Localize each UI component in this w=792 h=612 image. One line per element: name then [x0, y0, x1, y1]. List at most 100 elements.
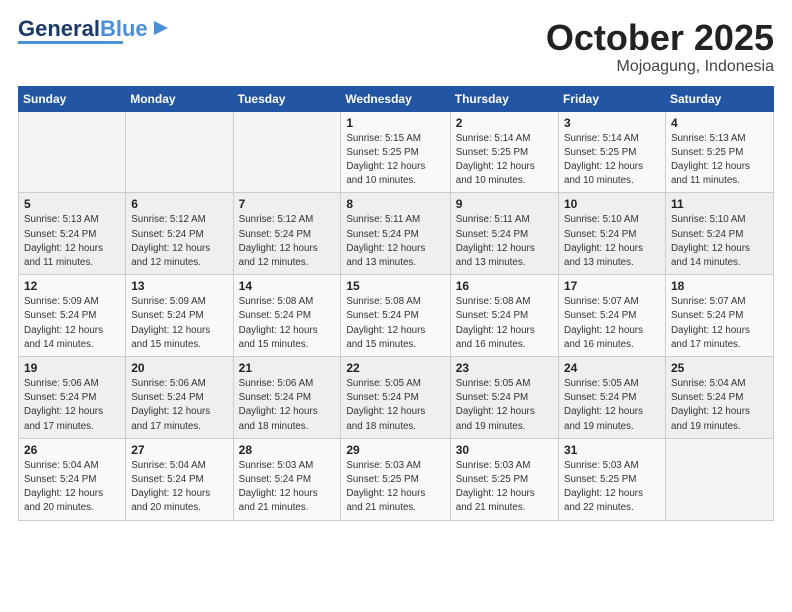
day-number: 13 [131, 279, 227, 293]
day-number: 12 [24, 279, 120, 293]
day-info: Sunrise: 5:07 AMSunset: 5:24 PMDaylight:… [671, 295, 768, 352]
logo-arrow-icon [150, 17, 172, 39]
day-number: 10 [564, 197, 660, 211]
day-info: Sunrise: 5:05 AMSunset: 5:24 PMDaylight:… [346, 377, 444, 434]
weekday-header-monday: Monday [126, 86, 233, 111]
day-number: 2 [456, 116, 553, 130]
weekday-header-thursday: Thursday [450, 86, 558, 111]
day-info: Sunrise: 5:13 AMSunset: 5:25 PMDaylight:… [671, 132, 768, 189]
weekday-header-friday: Friday [559, 86, 666, 111]
day-number: 5 [24, 197, 120, 211]
calendar-cell: 4 Sunrise: 5:13 AMSunset: 5:25 PMDaylight… [665, 111, 773, 193]
day-info: Sunrise: 5:11 AMSunset: 5:24 PMDaylight:… [346, 213, 444, 270]
day-number: 11 [671, 197, 768, 211]
calendar-cell: 9 Sunrise: 5:11 AMSunset: 5:24 PMDaylight… [450, 193, 558, 275]
day-number: 20 [131, 361, 227, 375]
logo-text: GeneralBlue [18, 18, 148, 40]
calendar-cell: 26Sunrise: 5:04 AMSunset: 5:24 PMDayligh… [19, 438, 126, 520]
day-number: 21 [239, 361, 336, 375]
day-info: Sunrise: 5:03 AMSunset: 5:24 PMDaylight:… [239, 459, 336, 516]
calendar-cell: 29 Sunrise: 5:03 AMSunset: 5:25 PMDayligh… [341, 438, 450, 520]
day-number: 27 [131, 443, 227, 457]
calendar-cell: 11 Sunrise: 5:10 AMSunset: 5:24 PMDayligh… [665, 193, 773, 275]
calendar-cell: 13Sunrise: 5:09 AMSunset: 5:24 PMDayligh… [126, 275, 233, 357]
day-info: Sunrise: 5:13 AMSunset: 5:24 PMDaylight:… [24, 213, 120, 270]
logo-underline [18, 41, 123, 44]
day-number: 16 [456, 279, 553, 293]
calendar-cell: 14 Sunrise: 5:08 AMSunset: 5:24 PMDayligh… [233, 275, 341, 357]
day-number: 29 [346, 443, 444, 457]
calendar-page: GeneralBlue October 2025 Mojoagung, Indo… [0, 0, 792, 612]
calendar-cell: 20 Sunrise: 5:06 AMSunset: 5:24 PMDayligh… [126, 357, 233, 439]
calendar-cell: 23 Sunrise: 5:05 AMSunset: 5:24 PMDayligh… [450, 357, 558, 439]
weekday-header-saturday: Saturday [665, 86, 773, 111]
day-info: Sunrise: 5:06 AMSunset: 5:24 PMDaylight:… [239, 377, 336, 434]
logo: GeneralBlue [18, 18, 172, 44]
day-info: Sunrise: 5:12 AMSunset: 5:24 PMDaylight:… [131, 213, 227, 270]
calendar-cell [233, 111, 341, 193]
calendar-cell: 7 Sunrise: 5:12 AMSunset: 5:24 PMDaylight… [233, 193, 341, 275]
calendar-cell: 31Sunrise: 5:03 AMSunset: 5:25 PMDayligh… [559, 438, 666, 520]
calendar-cell: 3Sunrise: 5:14 AMSunset: 5:25 PMDaylight… [559, 111, 666, 193]
calendar-cell: 25 Sunrise: 5:04 AMSunset: 5:24 PMDayligh… [665, 357, 773, 439]
day-info: Sunrise: 5:06 AMSunset: 5:24 PMDaylight:… [131, 377, 227, 434]
day-info: Sunrise: 5:05 AMSunset: 5:24 PMDaylight:… [564, 377, 660, 434]
title-block: October 2025 Mojoagung, Indonesia [546, 18, 774, 76]
weekday-header-wednesday: Wednesday [341, 86, 450, 111]
day-info: Sunrise: 5:04 AMSunset: 5:24 PMDaylight:… [131, 459, 227, 516]
calendar-week-row: 26 Sunrise: 5:04 AMSunset: 5:24 PMDayligh… [19, 438, 774, 520]
day-info: Sunrise: 5:06 AMSunset: 5:24 PMDaylight:… [24, 377, 120, 434]
calendar-cell [126, 111, 233, 193]
day-number: 22 [346, 361, 444, 375]
day-info: Sunrise: 5:10 AMSunset: 5:24 PMDaylight:… [564, 213, 660, 270]
day-info: Sunrise: 5:05 AMSunset: 5:24 PMDaylight:… [456, 377, 553, 434]
calendar-cell: 1Sunrise: 5:15 AMSunset: 5:25 PMDaylight… [341, 111, 450, 193]
weekday-header-tuesday: Tuesday [233, 86, 341, 111]
day-info: Sunrise: 5:04 AMSunset: 5:24 PMDaylight:… [671, 377, 768, 434]
page-header: GeneralBlue October 2025 Mojoagung, Indo… [18, 18, 774, 76]
day-number: 18 [671, 279, 768, 293]
day-info: Sunrise: 5:03 AMSunset: 5:25 PMDaylight:… [456, 459, 553, 516]
day-number: 23 [456, 361, 553, 375]
day-number: 7 [239, 197, 336, 211]
calendar-cell [19, 111, 126, 193]
day-info: Sunrise: 5:09 AMSunset: 5:24 PMDaylight:… [24, 295, 120, 352]
day-number: 9 [456, 197, 553, 211]
day-number: 19 [24, 361, 120, 375]
calendar-cell: 21 Sunrise: 5:06 AMSunset: 5:24 PMDayligh… [233, 357, 341, 439]
day-number: 17 [564, 279, 660, 293]
calendar-week-row: 1Sunrise: 5:15 AMSunset: 5:25 PMDaylight… [19, 111, 774, 193]
day-info: Sunrise: 5:11 AMSunset: 5:24 PMDaylight:… [456, 213, 553, 270]
day-number: 28 [239, 443, 336, 457]
calendar-week-row: 5 Sunrise: 5:13 AMSunset: 5:24 PMDaylight… [19, 193, 774, 275]
day-number: 31 [564, 443, 660, 457]
day-info: Sunrise: 5:10 AMSunset: 5:24 PMDaylight:… [671, 213, 768, 270]
location: Mojoagung, Indonesia [546, 58, 774, 76]
calendar-cell [665, 438, 773, 520]
day-number: 14 [239, 279, 336, 293]
calendar-cell: 27 Sunrise: 5:04 AMSunset: 5:24 PMDayligh… [126, 438, 233, 520]
calendar-cell: 10 Sunrise: 5:10 AMSunset: 5:24 PMDayligh… [559, 193, 666, 275]
day-info: Sunrise: 5:08 AMSunset: 5:24 PMDaylight:… [456, 295, 553, 352]
day-number: 26 [24, 443, 120, 457]
calendar-cell: 18 Sunrise: 5:07 AMSunset: 5:24 PMDayligh… [665, 275, 773, 357]
calendar-week-row: 19 Sunrise: 5:06 AMSunset: 5:24 PMDayligh… [19, 357, 774, 439]
calendar-cell: 15Sunrise: 5:08 AMSunset: 5:24 PMDayligh… [341, 275, 450, 357]
day-number: 6 [131, 197, 227, 211]
month-title: October 2025 [546, 18, 774, 58]
day-info: Sunrise: 5:03 AMSunset: 5:25 PMDaylight:… [346, 459, 444, 516]
calendar-cell: 6 Sunrise: 5:12 AMSunset: 5:24 PMDaylight… [126, 193, 233, 275]
day-info: Sunrise: 5:15 AMSunset: 5:25 PMDaylight:… [346, 132, 444, 189]
day-number: 25 [671, 361, 768, 375]
day-number: 4 [671, 116, 768, 130]
day-info: Sunrise: 5:14 AMSunset: 5:25 PMDaylight:… [564, 132, 660, 189]
day-info: Sunrise: 5:08 AMSunset: 5:24 PMDaylight:… [239, 295, 336, 352]
calendar-week-row: 12 Sunrise: 5:09 AMSunset: 5:24 PMDayligh… [19, 275, 774, 357]
calendar-cell: 5 Sunrise: 5:13 AMSunset: 5:24 PMDaylight… [19, 193, 126, 275]
day-info: Sunrise: 5:12 AMSunset: 5:24 PMDaylight:… [239, 213, 336, 270]
calendar-cell: 2Sunrise: 5:14 AMSunset: 5:25 PMDaylight… [450, 111, 558, 193]
calendar-cell: 17Sunrise: 5:07 AMSunset: 5:24 PMDayligh… [559, 275, 666, 357]
calendar-cell: 16 Sunrise: 5:08 AMSunset: 5:24 PMDayligh… [450, 275, 558, 357]
calendar-cell: 19 Sunrise: 5:06 AMSunset: 5:24 PMDayligh… [19, 357, 126, 439]
calendar-cell: 12 Sunrise: 5:09 AMSunset: 5:24 PMDayligh… [19, 275, 126, 357]
